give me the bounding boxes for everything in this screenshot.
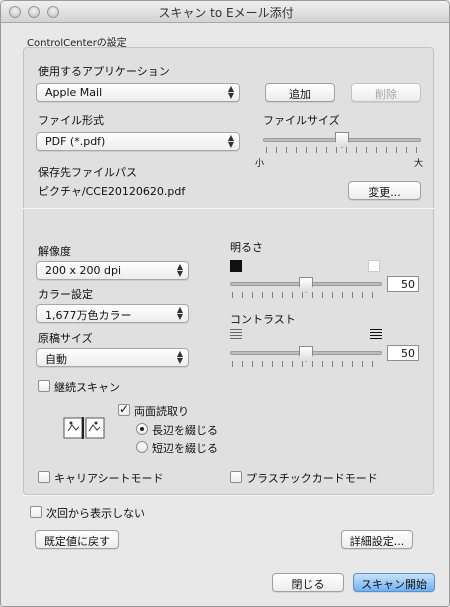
doc-size-value: 自動: [45, 353, 67, 366]
short-edge-radio[interactable]: [136, 441, 148, 453]
change-path-button[interactable]: 変更...: [348, 181, 421, 200]
long-edge-radio[interactable]: [136, 423, 148, 435]
advanced-settings-button[interactable]: 詳細設定...: [341, 530, 413, 549]
contrast-high-icon: [370, 329, 382, 339]
resolution-value: 200 x 200 dpi: [45, 264, 122, 277]
popup-arrows-icon: ▲ ▼: [176, 305, 183, 321]
app-select-value: Apple Mail: [45, 86, 103, 99]
dont-show-label: 次回から表示しない: [46, 507, 145, 520]
long-edge-label: 長辺を綴じる: [152, 424, 218, 437]
popup-arrows-icon: ▲ ▼: [176, 262, 183, 278]
file-size-label: ファイルサイズ: [263, 114, 340, 127]
popup-arrows-icon: ▲ ▼: [176, 349, 183, 365]
bottom-divider: [23, 495, 434, 496]
popup-arrows-icon: ▲ ▼: [227, 133, 234, 149]
close-button[interactable]: 閉じる: [272, 573, 344, 592]
continuous-scan-label: 継続スキャン: [54, 381, 120, 394]
continuous-scan-checkbox[interactable]: [38, 380, 50, 392]
title-bar: スキャン to Eメール添付: [1, 1, 449, 23]
plastic-card-checkbox[interactable]: [230, 471, 242, 483]
restore-defaults-button[interactable]: 既定値に戻す: [35, 530, 119, 549]
start-scan-button[interactable]: スキャン開始: [353, 573, 435, 592]
short-edge-label: 短辺を綴じる: [152, 442, 218, 455]
carrier-sheet-label: キャリアシートモード: [54, 472, 164, 485]
add-button[interactable]: 追加: [265, 83, 335, 102]
color-value: 1,677万色カラー: [45, 309, 132, 322]
section-divider: [23, 208, 434, 209]
resolution-select[interactable]: 200 x 200 dpi ▲ ▼: [36, 261, 189, 280]
duplex-checkbox[interactable]: [118, 402, 130, 416]
app-label: 使用するアプリケーション: [38, 65, 170, 78]
dont-show-checkbox[interactable]: [30, 506, 42, 518]
contrast-label: コントラスト: [230, 313, 296, 326]
brightness-label: 明るさ: [230, 241, 263, 254]
window-title: スキャン to Eメール添付: [158, 6, 294, 20]
file-size-min-label: 小: [255, 159, 265, 169]
app-select[interactable]: Apple Mail ▲ ▼: [36, 83, 240, 102]
duplex-binding-icon: [63, 416, 105, 440]
file-format-select[interactable]: PDF (*.pdf) ▲ ▼: [36, 132, 240, 151]
doc-size-select[interactable]: 自動 ▲ ▼: [36, 348, 189, 367]
resolution-label: 解像度: [38, 245, 71, 258]
file-format-label: ファイル形式: [38, 114, 104, 127]
file-size-max-label: 大: [414, 159, 424, 169]
save-path-label: 保存先ファイルパス: [38, 166, 137, 179]
file-format-value: PDF (*.pdf): [45, 135, 106, 148]
popup-arrows-icon: ▲ ▼: [227, 84, 234, 100]
scan-to-email-dialog: スキャン to Eメール添付 ControlCenterの設定 使用するアプリケ…: [0, 0, 450, 607]
brightness-dark-icon: [230, 260, 242, 272]
color-label: カラー設定: [38, 288, 93, 301]
file-size-ticks: [266, 147, 419, 153]
brightness-light-icon: [368, 260, 380, 272]
contrast-low-icon: [230, 329, 242, 339]
carrier-sheet-checkbox[interactable]: [38, 471, 50, 483]
contrast-value-field[interactable]: 50: [387, 345, 419, 361]
brightness-value-field[interactable]: 50: [387, 276, 419, 292]
doc-size-label: 原稿サイズ: [38, 332, 93, 345]
duplex-label: 両面読取り: [134, 405, 189, 418]
plastic-card-label: プラスチックカードモード: [246, 472, 378, 485]
delete-button[interactable]: 削除: [351, 83, 421, 102]
save-path-value: ピクチャ/CCE20120620.pdf: [38, 185, 186, 198]
color-select[interactable]: 1,677万色カラー ▲ ▼: [36, 304, 189, 323]
